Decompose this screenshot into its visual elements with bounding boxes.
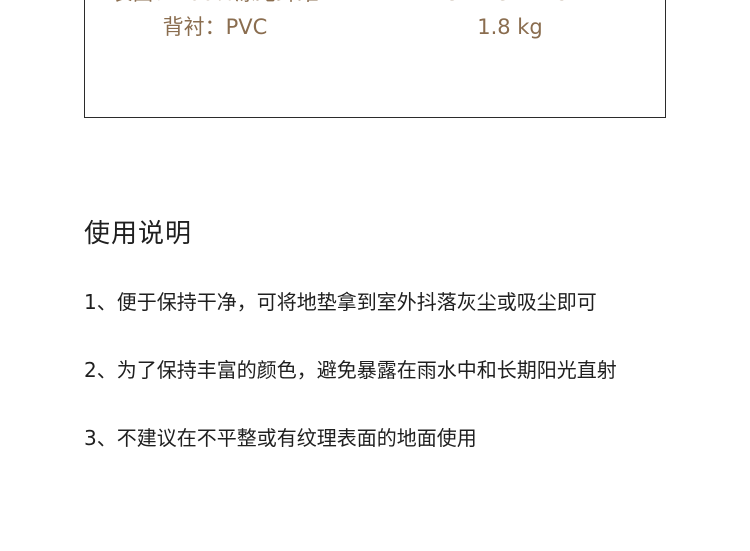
usage-item: 3、不建议在不平整或有纹理表面的地面使用: [84, 426, 477, 450]
dimensions: 75 * 45 * 2 cm: [385, 0, 635, 10]
weight: 1.8 kg: [477, 15, 543, 39]
material-spec: 表面：100%涤纶纤维 背衬：PVC: [85, 0, 345, 44]
backing-material: 背衬：PVC: [162, 15, 268, 39]
size-weight-spec: 75 * 45 * 2 cm 1.8 kg: [385, 0, 635, 44]
usage-item: 1、便于保持干净，可将地垫拿到室外抖落灰尘或吸尘即可: [84, 290, 597, 314]
usage-title: 使用说明: [84, 219, 193, 249]
usage-item: 2、为了保持丰富的颜色，避免暴露在雨水中和长期阳光直射: [84, 358, 617, 382]
spec-box: 表面：100%涤纶纤维 背衬：PVC 75 * 45 * 2 cm 1.8 kg: [84, 0, 666, 118]
usage-list: 1、便于保持干净，可将地垫拿到室外抖落灰尘或吸尘即可 2、为了保持丰富的颜色，避…: [84, 285, 617, 489]
surface-material: 表面：100%涤纶纤维: [85, 0, 345, 10]
